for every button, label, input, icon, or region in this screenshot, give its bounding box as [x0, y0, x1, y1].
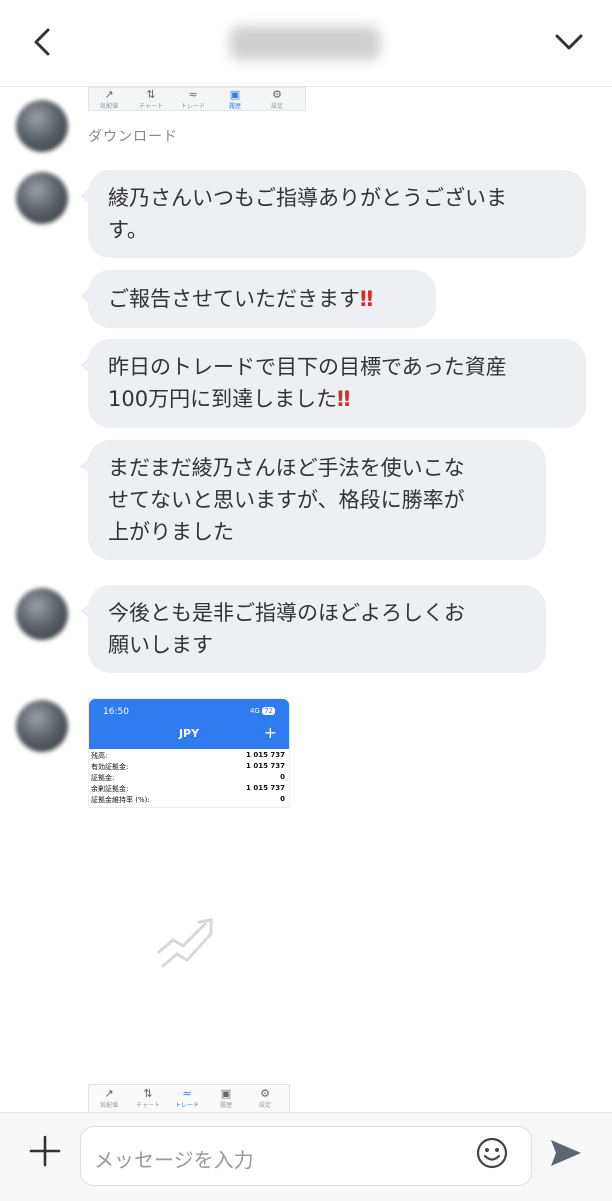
- image-row: 残高: 1 015 737: [91, 751, 285, 760]
- message-bubble[interactable]: まだまだ綾乃さんほど手法を使いこな せてないと思いますが、格段に勝率が 上がりま…: [80, 440, 546, 560]
- exclamation-emoji-icon: ‼: [337, 387, 351, 411]
- image-time: 16:50: [103, 707, 129, 717]
- download-label[interactable]: ダウンロード: [88, 126, 178, 146]
- tab-icon: ▣ 履歴: [228, 88, 241, 111]
- shared-image[interactable]: 16:50 4G 72 JPY + 残高: 1 015 737 有効証拠金: 1 0…: [88, 698, 290, 808]
- tab-icon: ⇅ チャート: [139, 88, 163, 111]
- message-text: 昨日のトレードで目下の目標であった資産: [108, 355, 507, 379]
- cropped-image-top[interactable]: ↗ 気配値 ⇅ チャート ≈ トレード ▣ 履歴 ⚙ 設定: [88, 87, 306, 111]
- avatar[interactable]: [16, 700, 68, 752]
- message-input-placeholder: メッセージを入力: [94, 1148, 254, 1172]
- chevron-down-icon[interactable]: [552, 26, 586, 58]
- tab-icon: ↗ 気配値: [99, 1087, 118, 1110]
- tab-icon: ⚙ 設定: [270, 88, 283, 111]
- trade-watermark-icon: [157, 918, 213, 968]
- cropped-image-bottom[interactable]: ↗ 気配値 ⇅ チャート ≈ トレード ▣ 履歴 ⚙ 設定: [88, 1084, 290, 1114]
- plus-icon[interactable]: [28, 1134, 62, 1168]
- battery-icon: 72: [262, 707, 275, 715]
- tab-icon: ⚙ 設定: [258, 1087, 271, 1110]
- image-status: 4G 72: [249, 707, 275, 715]
- message-text: 今後とも是非ご指導のほどよろしくお: [108, 601, 465, 625]
- image-row: 有効証拠金: 1 015 737: [91, 762, 285, 771]
- tab-icon: ⇅ チャート: [136, 1087, 160, 1110]
- message-text: す。: [108, 218, 148, 242]
- avatar[interactable]: [16, 172, 68, 224]
- tab-icon: ≈ トレード: [180, 88, 205, 111]
- message-text: 上がりました: [108, 520, 234, 544]
- message-bubble[interactable]: ご報告させていただきます‼: [80, 270, 436, 328]
- message-text: ご報告させていただきます: [108, 287, 360, 311]
- message-text: せてないと思いますが、格段に勝率が: [108, 488, 465, 512]
- message-text: 願いします: [108, 633, 213, 657]
- image-header: 16:50 4G 72 JPY +: [89, 699, 289, 749]
- chevron-left-icon[interactable]: [26, 24, 62, 60]
- chat-title: [230, 26, 380, 60]
- message-bubble[interactable]: 綾乃さんいつもご指導ありがとうございま す。: [80, 170, 586, 258]
- message-bubble[interactable]: 昨日のトレードで目下の目標であった資産 100万円に到達しました‼: [80, 339, 586, 428]
- exclamation-emoji-icon: ‼: [360, 287, 374, 311]
- tab-icon: ≈ トレード: [174, 1087, 199, 1110]
- image-row: 余剰証拠金: 1 015 737: [91, 784, 285, 793]
- message-text: 綾乃さんいつもご指導ありがとうございま: [108, 186, 507, 210]
- message-bubble[interactable]: 今後とも是非ご指導のほどよろしくお 願いします: [80, 585, 546, 673]
- tab-icon: ▣ 履歴: [219, 1087, 232, 1110]
- avatar[interactable]: [16, 100, 68, 152]
- message-text: まだまだ綾乃さんほど手法を使いこな: [108, 456, 465, 480]
- send-icon[interactable]: [548, 1135, 584, 1171]
- avatar[interactable]: [16, 588, 68, 640]
- tab-icon: ↗ 気配値: [99, 88, 118, 111]
- message-text: 100万円に到達しました: [108, 387, 338, 411]
- image-currency: JPY: [178, 727, 200, 740]
- image-row: 証拠金維持率 (%): 0: [91, 795, 285, 804]
- plus-icon: +: [263, 723, 277, 742]
- image-row: 証拠金: 0: [91, 773, 285, 782]
- chat-header: [0, 0, 612, 87]
- emoji-icon[interactable]: [475, 1136, 509, 1170]
